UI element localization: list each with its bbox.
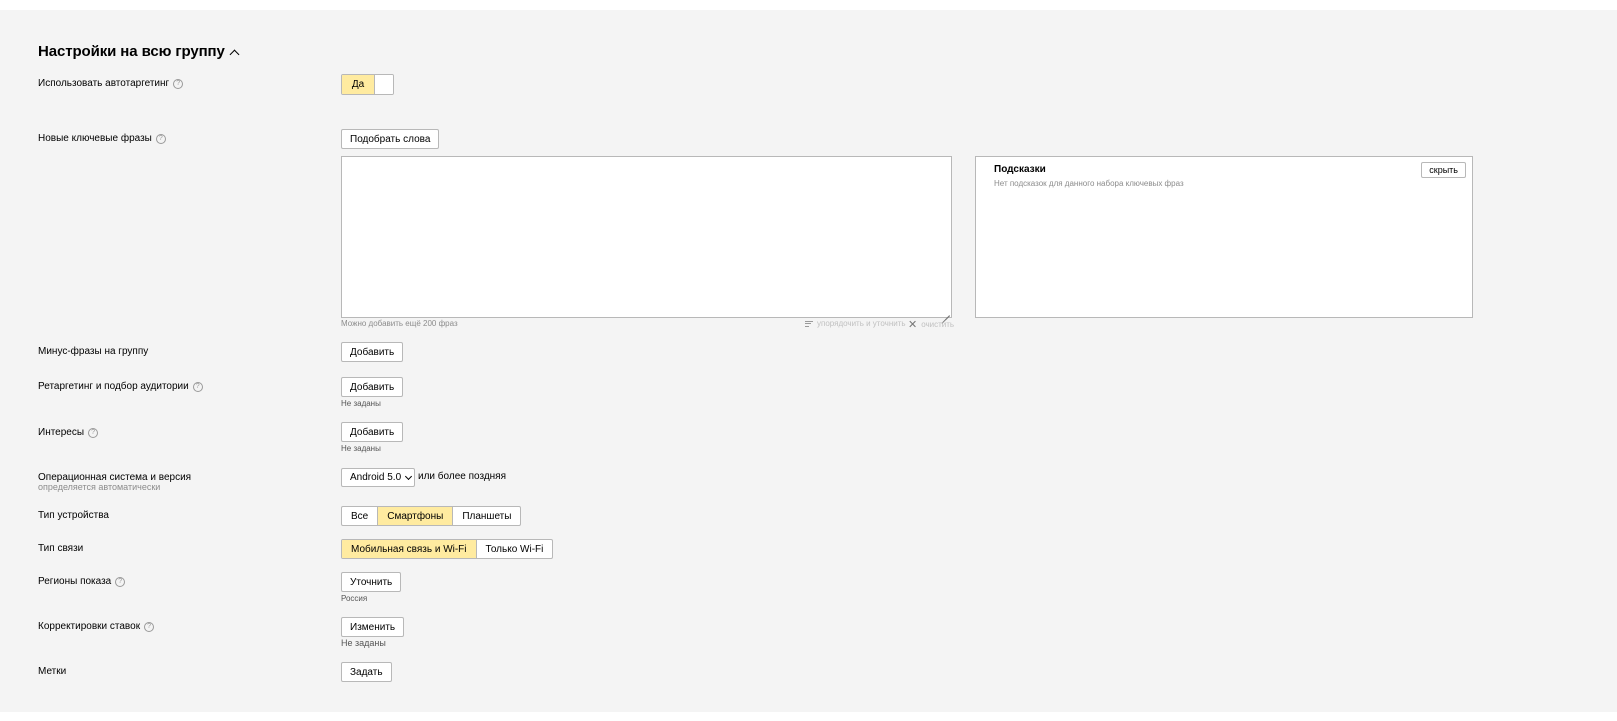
regions-value: Россия <box>341 594 368 603</box>
interests-label: Интересы ? <box>38 427 99 438</box>
clear-label: очистить <box>921 320 955 329</box>
tags-label: Метки <box>38 666 66 677</box>
connection-type-label: Тип связи <box>38 543 83 554</box>
autotargeting-toggle[interactable]: Да <box>341 74 394 95</box>
os-version-value: Android 5.0 <box>350 472 402 483</box>
resize-handle-icon[interactable] <box>942 308 950 316</box>
bid-adjustments-label-text: Корректировки ставок <box>38 621 141 632</box>
minus-phrases-label-text: Минус-фразы на группу <box>38 346 149 357</box>
device-option-all[interactable]: Все <box>342 507 379 525</box>
help-icon[interactable]: ? <box>155 133 166 144</box>
toggle-on-label: Да <box>342 75 375 94</box>
help-icon[interactable]: ? <box>144 621 155 632</box>
device-option-tablets[interactable]: Планшеты <box>453 507 520 525</box>
bid-adjustments-status: Не заданы <box>341 638 386 648</box>
sort-refine-label: упорядочить и уточнить <box>817 319 906 328</box>
chevron-down-icon <box>405 472 413 480</box>
bid-adjustments-label: Корректировки ставок ? <box>38 621 155 632</box>
device-type-label: Тип устройства <box>38 510 109 521</box>
hints-panel: Подсказки Нет подсказок для данного набо… <box>975 156 1473 318</box>
regions-label: Регионы показа ? <box>38 576 126 587</box>
sort-icon <box>805 320 813 327</box>
pick-words-button[interactable]: Подобрать слова <box>341 129 440 149</box>
section-title-text: Настройки на всю группу <box>38 43 225 60</box>
os-sublabel: определяется автоматически <box>38 482 161 492</box>
device-type-segmented: Все Смартфоны Планшеты <box>341 506 522 526</box>
close-icon: ✕ <box>908 319 918 331</box>
keywords-label: Новые ключевые фразы ? <box>38 133 166 144</box>
connection-option-wifi-only[interactable]: Только Wi-Fi <box>477 540 553 558</box>
section-title[interactable]: Настройки на всю группу <box>38 43 240 60</box>
refine-regions-button[interactable]: Уточнить <box>341 572 402 592</box>
os-version-select[interactable]: Android 5.0 <box>341 468 415 487</box>
add-retargeting-button[interactable]: Добавить <box>341 377 404 397</box>
add-interests-button[interactable]: Добавить <box>341 422 404 442</box>
hints-title: Подсказки <box>994 164 1046 175</box>
sort-refine-action[interactable]: упорядочить и уточнить <box>805 319 906 328</box>
toggle-knob <box>375 75 393 94</box>
hide-hints-button[interactable]: скрыть <box>1421 162 1466 178</box>
minus-phrases-label: Минус-фразы на группу <box>38 346 148 357</box>
add-minus-phrases-button[interactable]: Добавить <box>341 342 404 362</box>
autotargeting-label: Использовать автотаргетинг ? <box>38 78 184 89</box>
interests-status: Не заданы <box>341 444 381 453</box>
retargeting-status: Не заданы <box>341 399 381 408</box>
change-bid-adjustments-button[interactable]: Изменить <box>341 617 405 637</box>
keywords-limit-hint: Можно добавить ещё 200 фраз <box>341 319 458 328</box>
connection-type-segmented: Мобильная связь и Wi-Fi Только Wi-Fi <box>341 539 554 559</box>
help-icon[interactable]: ? <box>173 78 184 89</box>
device-option-smartphones[interactable]: Смартфоны <box>378 507 454 525</box>
retargeting-label: Ретаргетинг и подбор аудитории ? <box>38 381 203 392</box>
help-icon[interactable]: ? <box>115 576 126 587</box>
chevron-up-icon[interactable] <box>229 49 240 59</box>
help-icon[interactable]: ? <box>88 427 99 438</box>
set-tags-button[interactable]: Задать <box>341 662 392 682</box>
connection-option-mobile-wifi[interactable]: Мобильная связь и Wi-Fi <box>342 540 477 558</box>
interests-label-text: Интересы <box>38 427 85 438</box>
regions-label-text: Регионы показа <box>38 576 112 587</box>
keywords-textarea[interactable] <box>341 156 952 318</box>
hints-empty-text: Нет подсказок для данного набора ключевы… <box>994 179 1184 188</box>
help-icon[interactable]: ? <box>192 381 203 392</box>
os-version-suffix: или более поздняя <box>418 471 507 482</box>
autotargeting-label-text: Использовать автотаргетинг <box>38 78 170 89</box>
clear-action[interactable]: ✕ очистить <box>908 318 954 331</box>
tags-label-text: Метки <box>38 666 67 677</box>
retargeting-label-text: Ретаргетинг и подбор аудитории <box>38 381 189 392</box>
group-settings-panel <box>0 10 1617 712</box>
device-type-label-text: Тип устройства <box>38 510 109 521</box>
connection-type-label-text: Тип связи <box>38 543 84 554</box>
keywords-label-text: Новые ключевые фразы <box>38 133 152 144</box>
